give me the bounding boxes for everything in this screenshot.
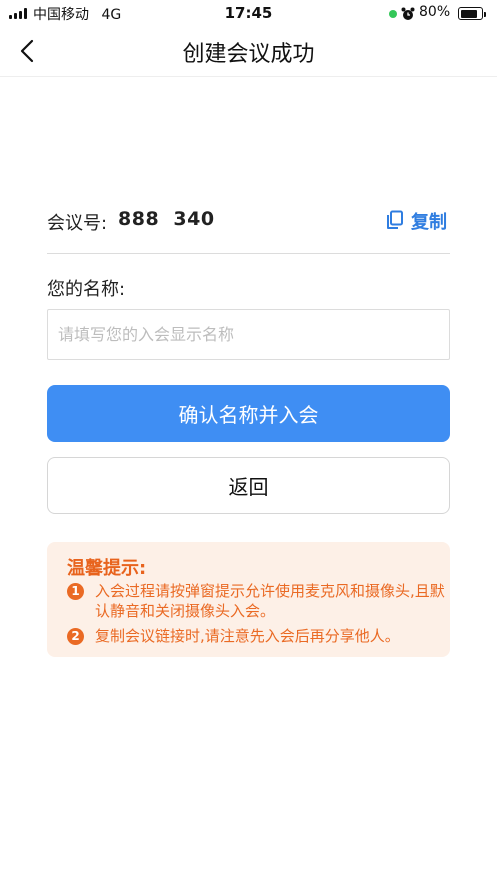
- tip-text: 复制会议链接时,请注意先入会后再分享他人。: [95, 627, 400, 645]
- display-name-input[interactable]: [47, 309, 450, 360]
- meeting-id-row: 会议号: 888 340 复制: [47, 207, 450, 237]
- status-bar: 中国移动 4G 17:45 80%: [0, 0, 497, 26]
- meeting-id-label: 会议号:: [47, 213, 108, 234]
- meeting-id-value: 888 340: [118, 208, 215, 230]
- tip-number-badge: 2: [67, 628, 84, 645]
- page-title: 创建会议成功: [182, 42, 315, 67]
- return-button[interactable]: 返回: [47, 457, 450, 514]
- status-right-group: 80%: [389, 3, 489, 23]
- battery-icon: [458, 7, 486, 20]
- tips-panel: 温馨提示: 1 入会过程请按弹窗提示允许使用麦克风和摄像头,且默认静音和关闭摄像…: [47, 542, 450, 657]
- copy-label: 复制: [411, 212, 447, 233]
- active-indicator-dot: [389, 10, 397, 18]
- tip-number-badge: 1: [67, 583, 84, 600]
- divider: [47, 253, 450, 254]
- copy-button[interactable]: 复制: [386, 208, 450, 234]
- tips-title: 温馨提示:: [67, 558, 147, 579]
- navigation-bar: 创建会议成功: [0, 26, 497, 77]
- tip-text: 入会过程请按弹窗提示允许使用麦克风和摄像头,且默认静音和关闭摄像头入会。: [95, 582, 445, 620]
- alarm-clock-icon: [401, 7, 415, 20]
- display-name-label: 您的名称:: [47, 279, 126, 300]
- battery-percent: 80%: [419, 4, 451, 20]
- confirm-and-join-button[interactable]: 确认名称并入会: [47, 385, 450, 442]
- battery-level: [460, 9, 477, 18]
- copy-icon: [387, 210, 403, 229]
